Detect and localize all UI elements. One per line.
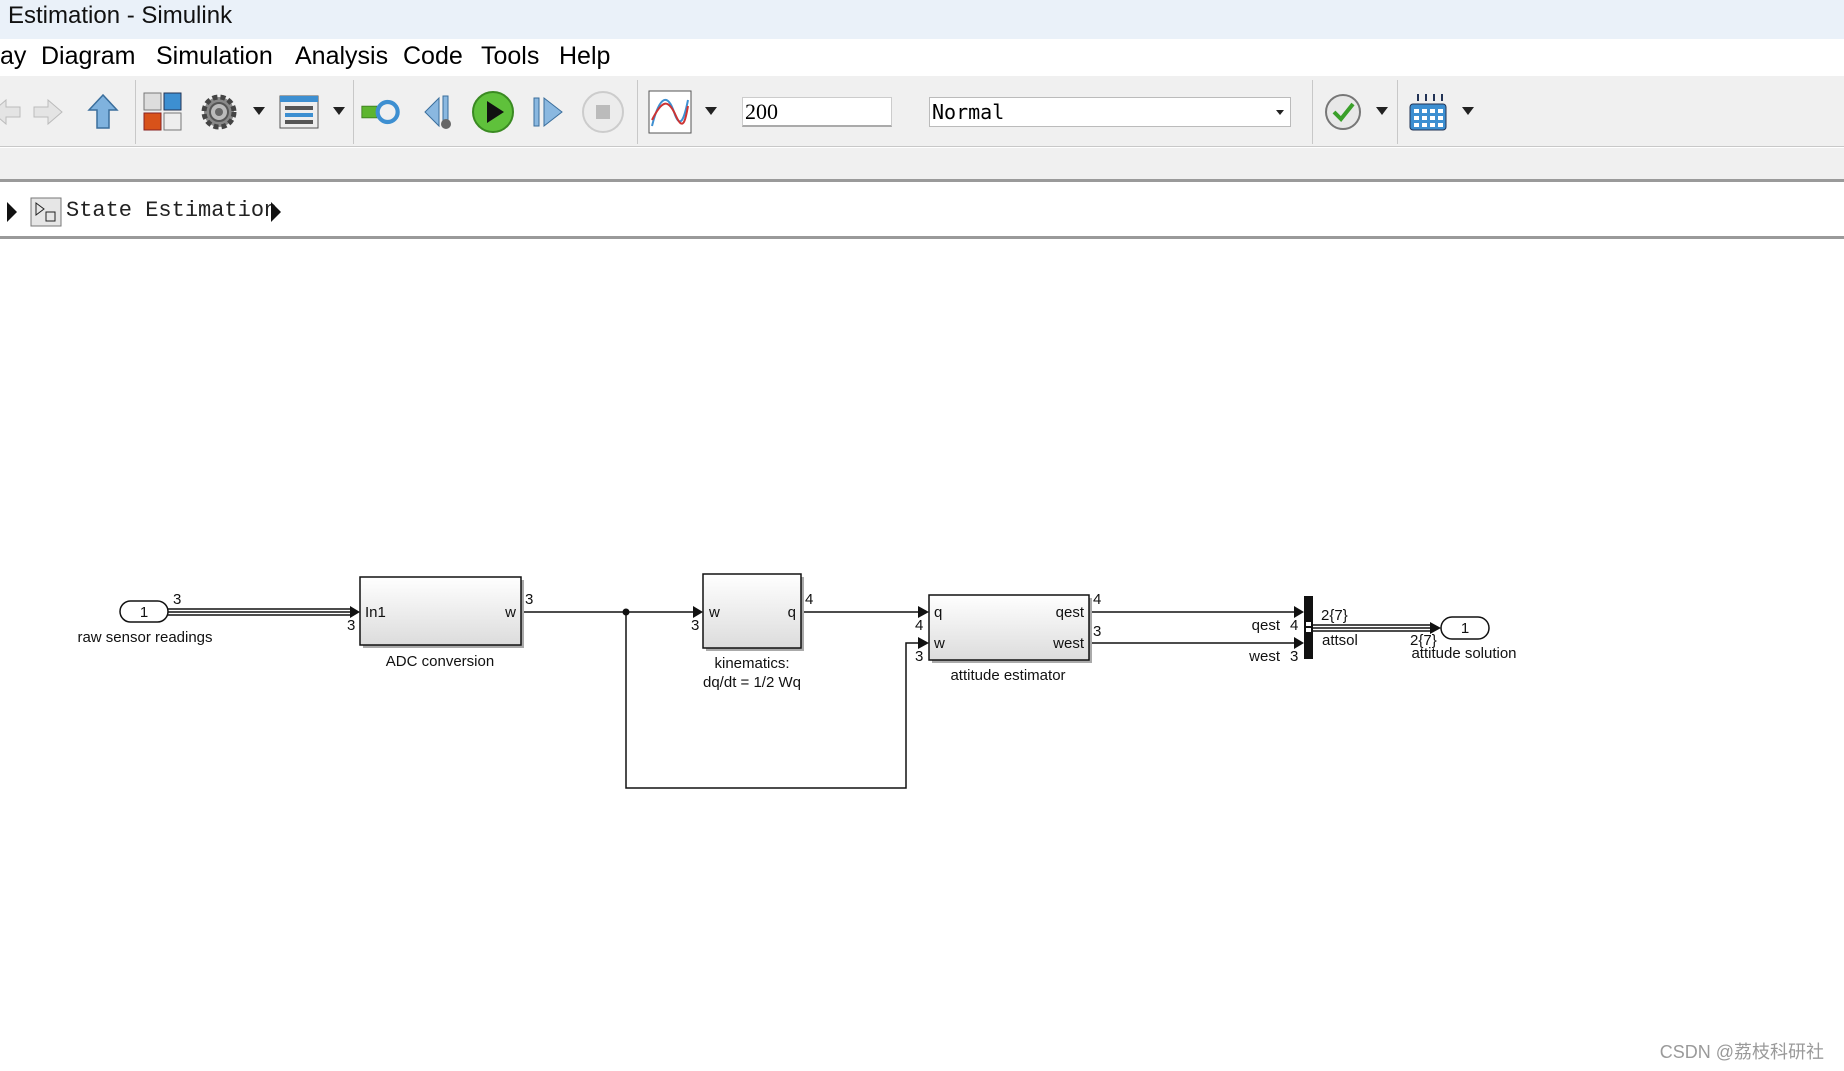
svg-text:In1: In1: [365, 604, 386, 621]
signal-dim: 3: [1290, 648, 1298, 665]
bus-signal-name: qest: [1252, 617, 1281, 634]
svg-text:q: q: [788, 604, 796, 621]
signal-line-attsol[interactable]: [1313, 624, 1432, 632]
signal-line-raw[interactable]: [168, 608, 352, 616]
adc-conversion-block[interactable]: In1 w: [359, 576, 524, 648]
kinematics-label: kinematics:: [714, 655, 789, 672]
signal-dim: 3: [525, 591, 533, 608]
bus-signal-name: west: [1248, 648, 1281, 665]
signal-dim: 4: [1093, 591, 1101, 608]
signal-dim: 4: [805, 591, 813, 608]
outport-label: attitude solution: [1411, 645, 1516, 662]
kinematics-block[interactable]: w q: [702, 573, 804, 651]
svg-text:1: 1: [1461, 620, 1469, 637]
signal-dim: 3: [347, 617, 355, 634]
block-diagram: 1 raw sensor readings 3 In1 w ADC conver…: [77, 573, 1517, 789]
signal-dim: 2{7}: [1321, 607, 1348, 624]
branch-point: [622, 608, 630, 616]
watermark: CSDN @荔枝科研社: [1659, 1042, 1824, 1062]
svg-text:qest: qest: [1056, 604, 1085, 621]
bus-creator-block[interactable]: [1304, 596, 1313, 659]
svg-text:w: w: [708, 604, 720, 621]
svg-text:1: 1: [140, 604, 148, 621]
outport-attitude-solution[interactable]: 1: [1440, 616, 1490, 640]
inport-raw-sensor-readings[interactable]: 1: [119, 600, 169, 623]
svg-text:w: w: [933, 635, 945, 652]
kinematics-equation: dq/dt = 1/2 Wq: [703, 674, 801, 691]
signal-dim: 4: [915, 617, 923, 634]
svg-text:w: w: [504, 604, 516, 621]
estimator-label: attitude estimator: [950, 667, 1065, 684]
signal-dim: 3: [1093, 623, 1101, 640]
signal-dim: 4: [1290, 617, 1298, 634]
svg-text:west: west: [1052, 635, 1085, 652]
attitude-estimator-block[interactable]: q w qest west: [928, 594, 1092, 663]
adc-label: ADC conversion: [386, 653, 494, 670]
svg-text:q: q: [934, 604, 942, 621]
signal-dim: 3: [915, 648, 923, 665]
inport-label: raw sensor readings: [77, 629, 212, 646]
signal-dim: 3: [691, 617, 699, 634]
bus-signal-label: attsol: [1322, 632, 1358, 649]
signal-dim: 3: [173, 591, 181, 608]
